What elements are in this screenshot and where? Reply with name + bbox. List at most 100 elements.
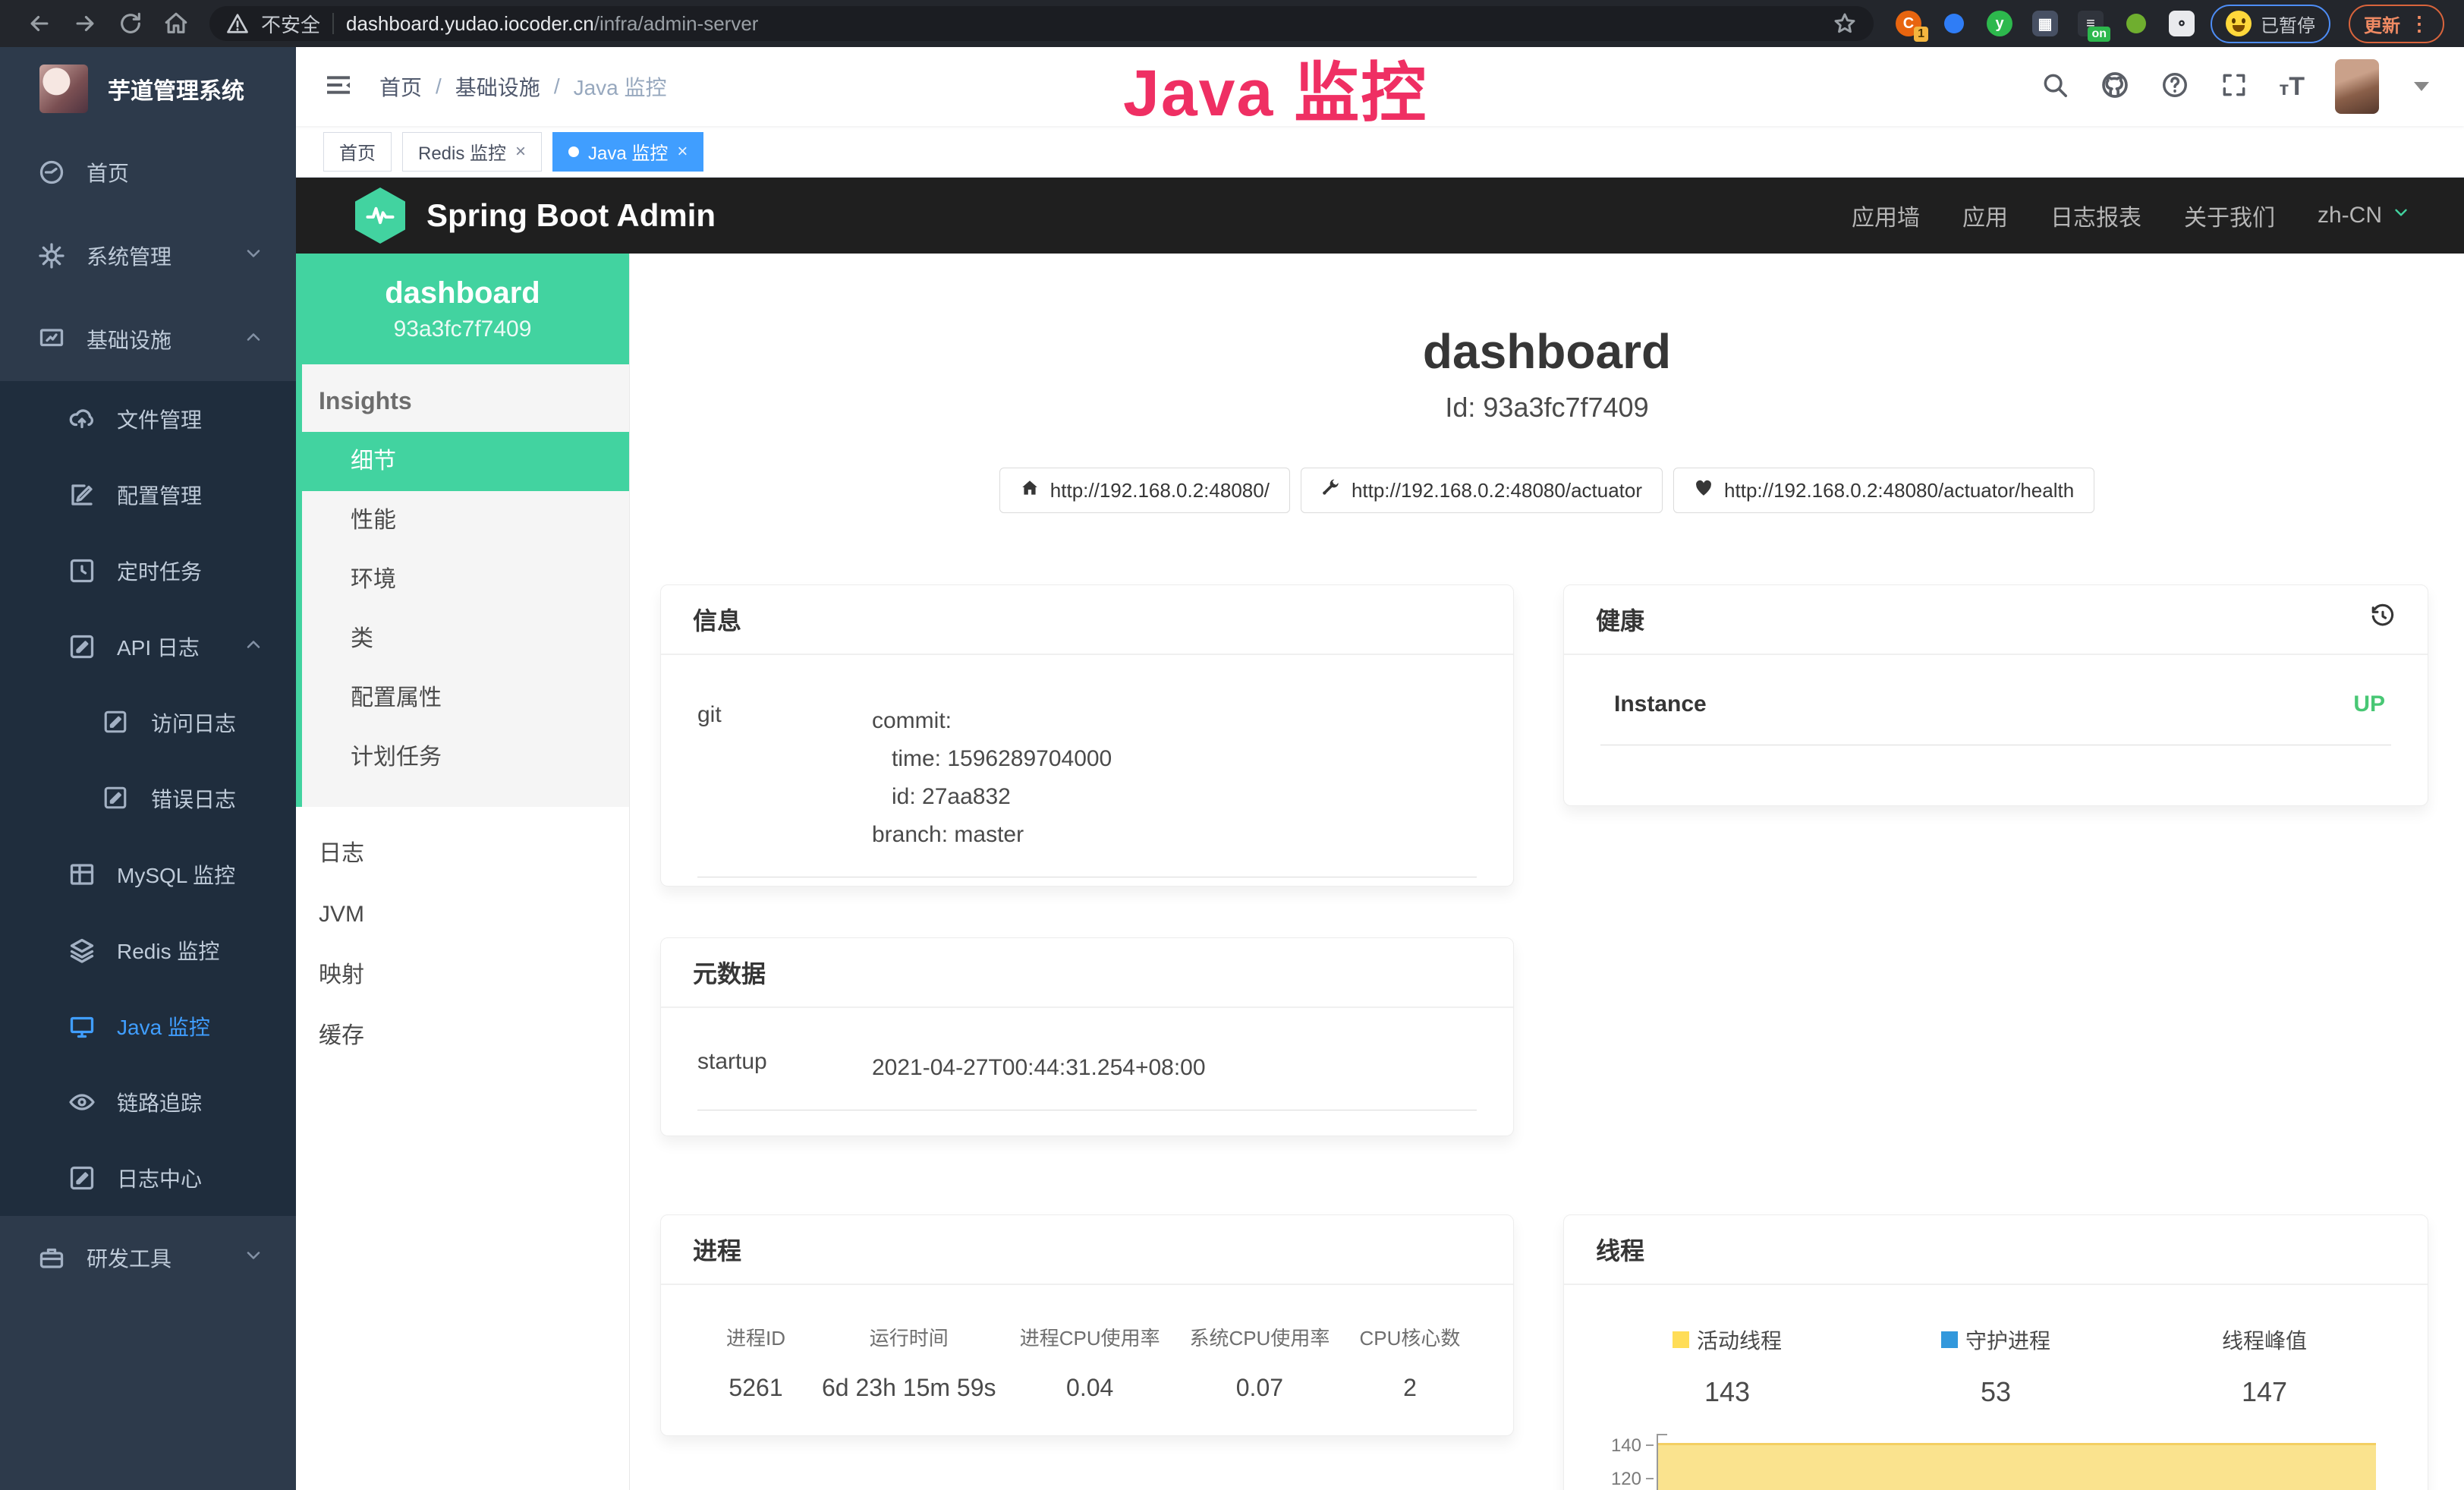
sidebar-item-redis-monitor[interactable]: Redis 监控 [0,912,296,988]
url-path: /infra/admin-server [594,12,759,35]
tag-close-icon[interactable]: × [515,141,526,162]
recording-paused-pill[interactable]: 已暂停 [2211,5,2330,43]
avatar-caret-icon[interactable] [2414,82,2429,91]
bookmark-star-icon[interactable] [1833,11,1857,36]
font-size-icon[interactable]: тT [2279,72,2305,102]
system-cpu-value: 0.07 [1176,1374,1343,1402]
sidebar-item-home[interactable]: 首页 [0,131,296,214]
breadcrumb-infra[interactable]: 基础设施 [455,71,540,102]
sba-link-journal[interactable]: 日志报表 [2050,199,2141,232]
service-url-button[interactable]: http://192.168.0.2:48080/ [999,468,1290,513]
sidebar-item-dev-tools[interactable]: 研发工具 [0,1216,296,1299]
sba-navbar: Spring Boot Admin 应用墙 应用 日志报表 关于我们 zh-CN [296,178,2464,254]
sba-item-environment[interactable]: 环境 [302,550,629,610]
legend-label: 线程峰值 [2222,1325,2307,1355]
search-icon[interactable] [2041,71,2069,103]
info-value: commit: time: 1596289704000 id: 27aa832 … [872,702,1112,854]
sidebar-item-api-logs[interactable]: API 日志 [0,609,296,685]
extension-switch-icon[interactable]: ≡on [2075,8,2106,39]
card-title: 信息 [693,602,741,637]
sidebar-item-system[interactable]: 系统管理 [0,214,296,298]
sba-sidebar-items: 日志 JVM 映射 缓存 [296,807,629,1066]
user-avatar[interactable] [2335,59,2379,114]
app-logo-row[interactable]: 芋道管理系统 [0,47,296,131]
actuator-url-button[interactable]: http://192.168.0.2:48080/actuator [1301,468,1663,513]
spring-boot-admin-logo[interactable] [355,187,405,244]
tag-redis-monitor[interactable]: Redis 监控 × [402,132,542,172]
fullscreen-icon[interactable] [2220,71,2248,103]
chrome-update-button[interactable]: 更新 ⋮ [2349,5,2444,43]
sba-item-caches[interactable]: 缓存 [296,1006,629,1066]
sba-item-classes[interactable]: 类 [302,610,629,669]
process-col-uptime: 运行时间 [814,1323,1003,1351]
extension-grid-icon[interactable]: ▦ [2030,8,2060,39]
sidebar-item-log-center[interactable]: 日志中心 [0,1140,296,1216]
process-pid-value: 5261 [697,1374,814,1402]
extension-sprout-icon[interactable] [2121,8,2151,39]
extension-on-badge: on [2088,27,2110,42]
browser-back-button[interactable] [20,4,59,43]
tag-close-icon[interactable]: × [677,141,688,162]
eye-icon [68,1088,96,1116]
sba-item-metrics[interactable]: 性能 [302,491,629,550]
sba-item-scheduled-tasks[interactable]: 计划任务 [302,728,629,787]
sidebar-item-file-manage[interactable]: 文件管理 [0,381,296,457]
sba-item-config-props[interactable]: 配置属性 [302,669,629,728]
sidebar-item-tracing[interactable]: 链路追踪 [0,1064,296,1140]
extension-pin-icon[interactable] [1939,8,1969,39]
breadcrumb-home[interactable]: 首页 [379,71,422,102]
legend-daemon-threads: 守护进程 [1861,1325,2130,1355]
help-icon[interactable] [2160,71,2189,103]
sba-item-jvm[interactable]: JVM [296,884,629,945]
chevron-down-icon [2391,203,2411,228]
extension-y-icon[interactable]: y [1984,8,2015,39]
history-icon[interactable] [2370,603,2396,635]
sba-link-applications[interactable]: 应用 [1962,199,2008,232]
sidebar-item-infra[interactable]: 基础设施 [0,298,296,381]
tag-home[interactable]: 首页 [323,132,392,172]
extension-colorzilla-icon[interactable]: C1 [1893,8,1924,39]
app-logo [39,65,88,113]
main-area: 首页 / 基础设施 / Java 监控 тT 首页 Redis 监控 [296,47,2464,1490]
sba-item-details[interactable]: 细节 [296,432,629,491]
sba-link-about[interactable]: 关于我们 [2184,199,2275,232]
locale-label: zh-CN [2318,203,2382,228]
sidebar-item-scheduled-jobs[interactable]: 定时任务 [0,533,296,609]
sidebar-item-label: 研发工具 [87,1243,172,1273]
process-col-system-cpu: 系统CPU使用率 [1176,1323,1343,1351]
info-key: git [697,702,872,854]
github-icon[interactable] [2100,70,2130,104]
tag-java-monitor[interactable]: Java 监控 × [552,132,703,172]
sba-link-wallboard[interactable]: 应用墙 [1852,199,1920,232]
hamburger-icon[interactable] [323,70,354,104]
instance-header[interactable]: dashboard 93a3fc7f7409 [296,254,629,364]
tick-mark [1646,1444,1654,1446]
browser-forward-button[interactable] [65,4,105,43]
sidebar-item-error-logs[interactable]: 错误日志 [0,761,296,836]
sba-sidebar: dashboard 93a3fc7f7409 Insights 细节 性能 环境… [296,254,630,1490]
sidebar-item-config-manage[interactable]: 配置管理 [0,457,296,533]
sidebar-item-java-monitor[interactable]: Java 监控 [0,988,296,1064]
health-url-button[interactable]: http://192.168.0.2:48080/actuator/health [1673,468,2094,513]
peak-threads-value: 147 [2130,1376,2399,1408]
breadcrumb-separator: / [554,74,560,99]
health-card-body: Instance UP [1564,655,2428,745]
sidebar-item-label: 首页 [87,157,129,187]
threads-card-header: 线程 [1564,1215,2428,1285]
sba-content: dashboard Id: 93a3fc7f7409 http://192.16… [630,254,2464,1490]
sidebar-item-access-logs[interactable]: 访问日志 [0,685,296,761]
browser-menu-icon[interactable]: ⋮ [2409,12,2429,36]
extension-puzzle-icon[interactable]: ⚬ [2167,8,2197,39]
browser-address-bar[interactable]: 不安全 dashboard.yudao.iocoder.cn/infra/adm… [209,6,1874,41]
process-card-body: 进程ID 运行时间 进程CPU使用率 系统CPU使用率 CPU核心数 5261 … [661,1285,1513,1402]
locale-selector[interactable]: zh-CN [2318,203,2411,228]
metadata-row-startup: startup 2021-04-27T00:44:31.254+08:00 [697,1035,1477,1110]
browser-home-button[interactable] [156,4,196,43]
sba-item-logs[interactable]: 日志 [296,824,629,884]
sidebar-item-mysql-monitor[interactable]: MySQL 监控 [0,836,296,912]
chevron-up-icon [243,326,264,353]
metadata-card: 元数据 startup 2021-04-27T00:44:31.254+08:0… [660,937,1514,1136]
sba-item-mappings[interactable]: 映射 [296,945,629,1006]
omnibox-divider [332,13,334,34]
browser-reload-button[interactable] [111,4,150,43]
